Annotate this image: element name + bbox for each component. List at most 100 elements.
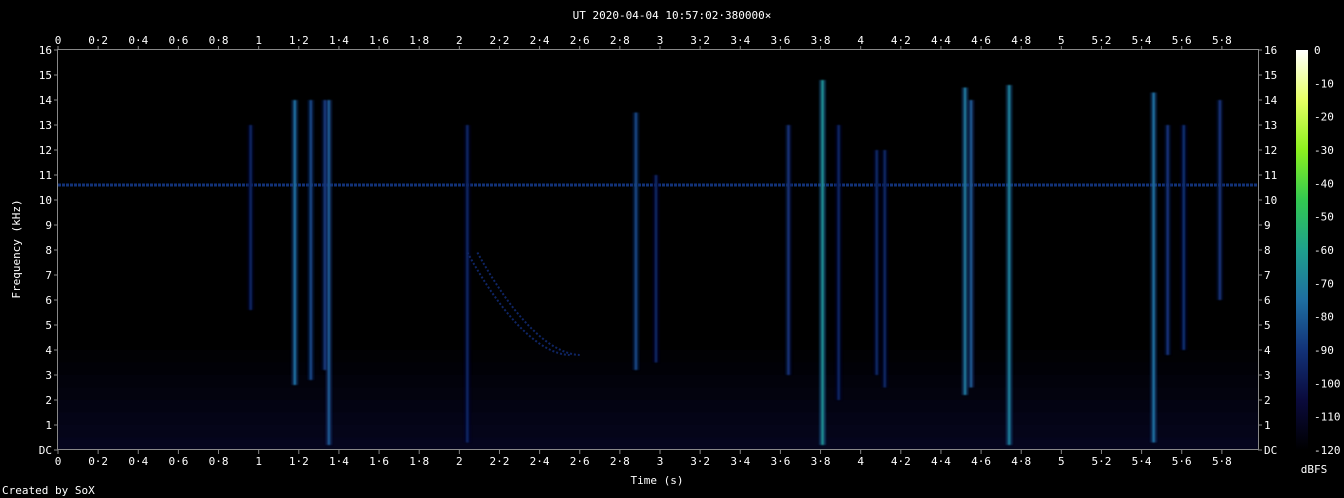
x-tick-label-bottom: 5·2 (1092, 455, 1112, 468)
chart-title: UT 2020-04-04 10:57:02·380000× (573, 9, 772, 22)
x-tick-label-top: 3 (657, 34, 664, 47)
y-tick-label-left: 16 (39, 44, 52, 57)
x-tick-label-top: 2·2 (490, 34, 510, 47)
colorbar-tick-label: -30 (1314, 144, 1334, 157)
colorbar-tick-label: -60 (1314, 244, 1334, 257)
y-tick-label-right: 15 (1264, 69, 1277, 82)
y-tick-label-right: 12 (1264, 144, 1277, 157)
x-tick-label-bottom: 1·4 (329, 455, 349, 468)
y-tick-label-left: DC (39, 444, 52, 457)
y-tick-label-left: 5 (45, 319, 52, 332)
x-tick-label-bottom: 2·2 (490, 455, 510, 468)
colorbar-tick-label: -90 (1314, 344, 1334, 357)
x-tick-label-bottom: 3 (657, 455, 664, 468)
x-tick-label-top: 0·6 (168, 34, 188, 47)
x-tick-label-top: 4·2 (891, 34, 911, 47)
y-tick-label-right: 13 (1264, 119, 1277, 132)
colorbar-tick-label: -40 (1314, 177, 1334, 190)
x-tick-label-top: 3·6 (770, 34, 790, 47)
y-tick-label-left: 9 (45, 219, 52, 232)
x-tick-label-top: 0 (55, 34, 62, 47)
x-tick-label-top: 2·4 (530, 34, 550, 47)
colorbar-tick-label: -70 (1314, 277, 1334, 290)
spectrogram-plot (58, 50, 1258, 450)
x-tick-label-top: 1 (255, 34, 262, 47)
x-tick-label-bottom: 5·8 (1212, 455, 1232, 468)
x-tick-label-top: 5·8 (1212, 34, 1232, 47)
y-tick-label-left: 13 (39, 119, 52, 132)
y-tick-label-left: 8 (45, 244, 52, 257)
x-tick-label-bottom: 1·8 (409, 455, 429, 468)
x-tick-label-bottom: 2·6 (570, 455, 590, 468)
x-tick-label-bottom: 0·4 (128, 455, 148, 468)
x-tick-label-top: 0·8 (209, 34, 229, 47)
y-tick-label-right: 4 (1264, 344, 1271, 357)
x-tick-label-top: 4 (857, 34, 864, 47)
noise-band (58, 400, 1258, 413)
x-tick-label-top: 4·6 (971, 34, 991, 47)
x-tick-label-bottom: 3·6 (770, 455, 790, 468)
x-axis-label: Time (s) (631, 474, 684, 487)
y-tick-label-left: 11 (39, 169, 52, 182)
y-tick-label-right: 10 (1264, 194, 1277, 207)
x-tick-label-top: 5·6 (1172, 34, 1192, 47)
y-tick-label-right: 2 (1264, 394, 1271, 407)
x-tick-label-bottom: 3·2 (690, 455, 710, 468)
colorbar-tick-label: 0 (1314, 44, 1321, 57)
y-tick-label-right: 14 (1264, 94, 1278, 107)
x-tick-label-bottom: 0·8 (209, 455, 229, 468)
x-tick-label-top: 3·8 (811, 34, 831, 47)
colorbar-tick-label: -100 (1314, 377, 1341, 390)
colorbar-label: dBFS (1301, 463, 1328, 476)
y-tick-label-right: 5 (1264, 319, 1271, 332)
y-tick-label-right: 8 (1264, 244, 1271, 257)
x-tick-label-bottom: 1 (255, 455, 262, 468)
y-tick-label-right: DC (1264, 444, 1277, 457)
x-tick-label-top: 5·4 (1132, 34, 1152, 47)
y-tick-label-left: 3 (45, 369, 52, 382)
x-tick-label-top: 1·4 (329, 34, 349, 47)
x-tick-label-bottom: 4·2 (891, 455, 911, 468)
noise-band (58, 437, 1258, 450)
noise-band (58, 412, 1258, 425)
y-tick-label-right: 7 (1264, 269, 1271, 282)
x-tick-label-bottom: 2 (456, 455, 463, 468)
x-tick-label-bottom: 4·4 (931, 455, 951, 468)
y-tick-label-right: 1 (1264, 419, 1271, 432)
y-tick-label-left: 6 (45, 294, 52, 307)
y-tick-label-right: 3 (1264, 369, 1271, 382)
x-tick-label-top: 3·4 (730, 34, 750, 47)
y-tick-label-right: 11 (1264, 169, 1277, 182)
y-tick-label-left: 2 (45, 394, 52, 407)
x-tick-label-top: 5·2 (1092, 34, 1112, 47)
x-tick-label-bottom: 5 (1058, 455, 1065, 468)
x-tick-label-top: 2 (456, 34, 463, 47)
y-axis-label: Frequency (kHz) (10, 199, 23, 298)
x-tick-label-top: 4·8 (1011, 34, 1031, 47)
y-tick-label-right: 9 (1264, 219, 1271, 232)
x-tick-label-top: 1·8 (409, 34, 429, 47)
x-tick-label-bottom: 3·4 (730, 455, 750, 468)
x-tick-label-top: 1·6 (369, 34, 389, 47)
x-tick-label-top: 1·2 (289, 34, 309, 47)
x-tick-label-bottom: 4·6 (971, 455, 991, 468)
y-tick-label-left: 1 (45, 419, 52, 432)
x-tick-label-bottom: 1·6 (369, 455, 389, 468)
noise-band (58, 375, 1258, 388)
x-tick-label-bottom: 0·6 (168, 455, 188, 468)
x-tick-label-top: 2·8 (610, 34, 630, 47)
colorbar-tick-label: -50 (1314, 211, 1334, 224)
colorbar-tick-label: -110 (1314, 411, 1341, 424)
x-tick-label-bottom: 0 (55, 455, 62, 468)
y-tick-label-left: 14 (39, 94, 53, 107)
y-tick-label-left: 4 (45, 344, 52, 357)
noise-band (58, 425, 1258, 438)
y-tick-label-left: 7 (45, 269, 52, 282)
colorbar-tick-label: -80 (1314, 311, 1334, 324)
colorbar (1296, 50, 1308, 450)
x-tick-label-bottom: 1·2 (289, 455, 309, 468)
x-tick-label-bottom: 4 (857, 455, 864, 468)
x-tick-label-top: 0·2 (88, 34, 108, 47)
x-tick-label-bottom: 2·8 (610, 455, 630, 468)
x-tick-label-bottom: 3·8 (811, 455, 831, 468)
